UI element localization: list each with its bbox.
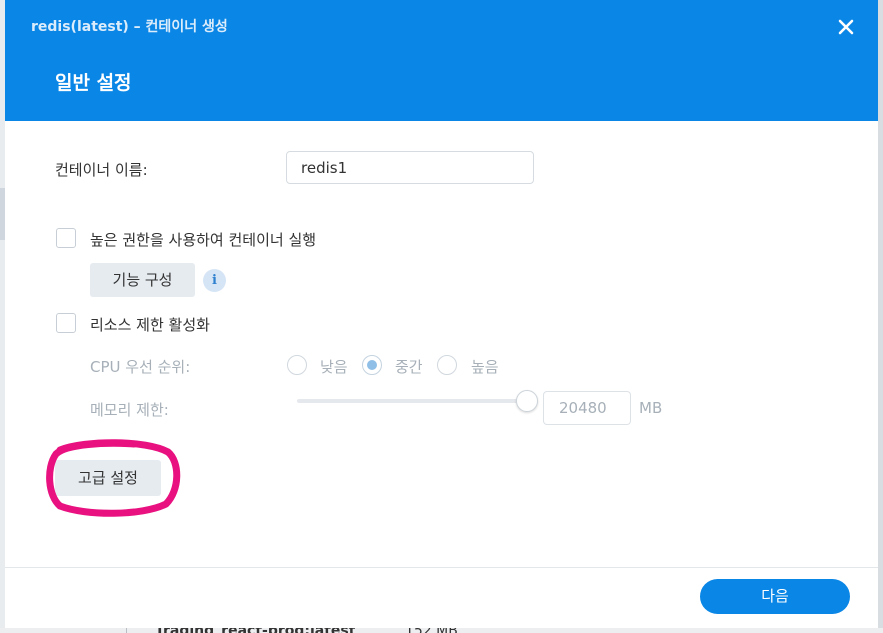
cpu-high-radio[interactable] [437, 355, 457, 375]
close-icon[interactable] [835, 16, 857, 38]
cpu-low-label: 낮음 [320, 358, 348, 376]
info-glyph: i [212, 273, 217, 288]
window-title: redis(latest) – 컨테이너 생성 [31, 19, 228, 35]
resource-limit-label: 리소스 제한 활성화 [90, 316, 210, 334]
memory-unit-label: MB [639, 399, 663, 417]
background-window-right [878, 0, 883, 633]
cpu-medium-radio[interactable] [362, 355, 382, 375]
resource-limit-checkbox[interactable] [56, 313, 76, 333]
container-name-label: 컨테이너 이름: [55, 161, 148, 179]
next-button[interactable]: 다음 [700, 579, 850, 614]
background-divider [126, 628, 127, 633]
cpu-priority-label: CPU 우선 순위: [90, 358, 191, 376]
background-window-bottom: Trading_react-prod:latest 152 MB [0, 623, 883, 633]
advanced-settings-button[interactable]: 고급 설정 [55, 460, 161, 496]
configure-capabilities-button[interactable]: 기능 구성 [90, 263, 195, 297]
footer-divider [5, 567, 878, 568]
memory-slider-track[interactable] [297, 399, 527, 403]
privileged-label: 높은 권한을 사용하여 컨테이너 실행 [90, 231, 317, 249]
create-container-dialog: redis(latest) – 컨테이너 생성 일반 설정 컨테이너 이름: r… [5, 0, 878, 628]
memory-limit-label: 메모리 제한: [90, 401, 169, 419]
info-icon[interactable]: i [203, 269, 226, 292]
container-name-input[interactable]: redis1 [286, 151, 534, 184]
memory-slider-thumb[interactable] [516, 390, 538, 412]
cpu-high-label: 높음 [471, 358, 499, 376]
memory-value-input[interactable]: 20480 [543, 391, 631, 425]
cpu-medium-label: 중간 [395, 358, 423, 376]
privileged-checkbox[interactable] [56, 228, 76, 248]
cpu-low-radio[interactable] [287, 355, 307, 375]
section-title: 일반 설정 [55, 72, 132, 94]
dialog-header: redis(latest) – 컨테이너 생성 일반 설정 [5, 0, 878, 121]
